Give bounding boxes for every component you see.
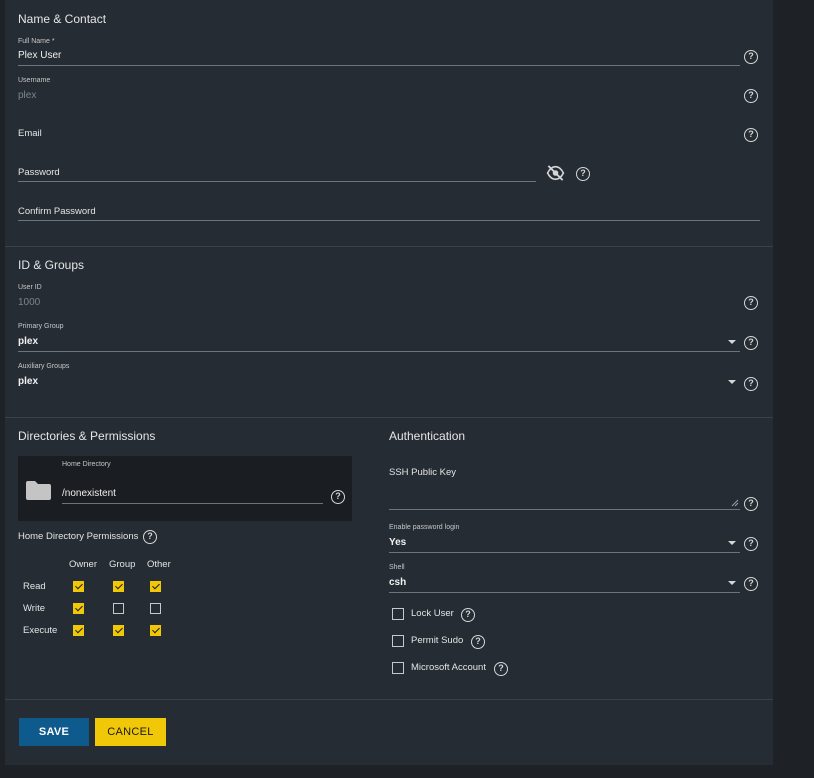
section-heading-authentication: Authentication — [389, 429, 466, 443]
perm-read-owner-checkbox[interactable] — [73, 581, 84, 592]
confirm-password-input[interactable]: Confirm Password — [18, 206, 760, 220]
full-name-underline — [18, 65, 740, 66]
eye-off-icon[interactable] — [546, 165, 565, 181]
perm-col-owner: Owner — [69, 559, 97, 570]
home-directory-help-icon[interactable]: ? — [331, 490, 345, 504]
password-underline — [18, 181, 536, 182]
section-heading-directories: Directories & Permissions — [18, 429, 156, 443]
perm-execute-other-checkbox[interactable] — [150, 625, 161, 636]
home-directory-input[interactable]: /nonexistent — [62, 488, 323, 502]
aux-groups-help-icon[interactable]: ? — [744, 377, 758, 391]
ssh-key-textarea[interactable] — [389, 482, 740, 509]
password-login-select[interactable]: Yes — [389, 537, 740, 552]
ssh-key-underline — [389, 509, 740, 510]
user-id-help-icon[interactable]: ? — [744, 296, 758, 310]
username-label: Username — [18, 77, 51, 84]
user-id-label: User ID — [18, 284, 42, 291]
home-permissions-help-icon[interactable]: ? — [143, 530, 157, 544]
section-divider — [5, 246, 773, 247]
perm-row-read: Read — [23, 581, 46, 592]
permit-sudo-label[interactable]: Permit Sudo — [411, 635, 463, 646]
aux-groups-caret-down-icon[interactable] — [728, 380, 736, 384]
shell-caret-down-icon[interactable] — [728, 581, 736, 585]
full-name-help-icon[interactable]: ? — [744, 50, 758, 64]
home-directory-box: Home Directory /nonexistent ? — [18, 456, 352, 521]
folder-icon[interactable] — [25, 480, 52, 501]
permit-sudo-help-icon[interactable]: ? — [471, 635, 485, 649]
primary-group-underline — [18, 351, 740, 352]
primary-group-select[interactable]: plex — [18, 336, 740, 351]
shell-help-icon[interactable]: ? — [744, 577, 758, 591]
section-divider — [5, 699, 773, 700]
perm-read-group-checkbox[interactable] — [113, 581, 124, 592]
username-input: plex — [18, 90, 37, 101]
primary-group-label: Primary Group — [18, 323, 64, 330]
perm-write-other-checkbox[interactable] — [150, 603, 161, 614]
ssh-key-label: SSH Public Key — [389, 467, 457, 478]
perm-execute-owner-checkbox[interactable] — [73, 625, 84, 636]
perm-col-group: Group — [109, 559, 136, 570]
shell-select[interactable]: csh — [389, 577, 740, 592]
home-directory-label: Home Directory — [62, 461, 111, 468]
password-login-caret-down-icon[interactable] — [728, 541, 736, 545]
shell-label: Shell — [389, 564, 405, 571]
perm-write-group-checkbox[interactable] — [113, 603, 124, 614]
cancel-button[interactable]: CANCEL — [95, 718, 166, 746]
email-help-icon[interactable]: ? — [744, 128, 758, 142]
primary-group-help-icon[interactable]: ? — [744, 336, 758, 350]
perm-write-owner-checkbox[interactable] — [73, 603, 84, 614]
password-login-underline — [389, 552, 740, 553]
username-help-icon[interactable]: ? — [744, 89, 758, 103]
perm-row-execute: Execute — [23, 625, 58, 636]
lock-user-help-icon[interactable]: ? — [461, 608, 475, 622]
microsoft-account-checkbox[interactable] — [392, 662, 404, 674]
email-input[interactable]: Email — [18, 128, 740, 142]
microsoft-account-help-icon[interactable]: ? — [494, 662, 508, 676]
full-name-input[interactable]: Plex User — [18, 50, 740, 65]
full-name-label: Full Name * — [18, 38, 55, 45]
perm-col-other: Other — [147, 559, 171, 570]
perm-execute-group-checkbox[interactable] — [113, 625, 124, 636]
password-input[interactable]: Password — [18, 167, 536, 181]
resize-handle-icon[interactable] — [731, 499, 739, 507]
ssh-key-help-icon[interactable]: ? — [744, 497, 758, 511]
aux-groups-label: Auxiliary Groups — [18, 363, 70, 370]
password-login-help-icon[interactable]: ? — [744, 537, 758, 551]
aux-groups-select[interactable]: plex — [18, 376, 740, 391]
user-form-panel: Name & Contact Full Name * Plex User ? U… — [5, 0, 773, 765]
microsoft-account-label[interactable]: Microsoft Account — [411, 662, 486, 673]
password-help-icon[interactable]: ? — [576, 167, 590, 181]
save-button[interactable]: SAVE — [19, 718, 89, 746]
permit-sudo-checkbox[interactable] — [392, 635, 404, 647]
lock-user-checkbox[interactable] — [392, 608, 404, 620]
section-heading-name-contact: Name & Contact — [18, 12, 107, 26]
perm-row-write: Write — [23, 603, 45, 614]
primary-group-caret-down-icon[interactable] — [728, 340, 736, 344]
password-login-label: Enable password login — [389, 524, 460, 531]
user-id-input: 1000 — [18, 297, 41, 308]
confirm-password-underline — [18, 220, 760, 221]
shell-underline — [389, 592, 740, 593]
home-permissions-label: Home Directory Permissions — [18, 531, 139, 542]
section-divider — [5, 417, 773, 418]
perm-read-other-checkbox[interactable] — [150, 581, 161, 592]
section-heading-id-groups: ID & Groups — [18, 258, 85, 272]
home-directory-underline — [62, 503, 323, 504]
lock-user-label[interactable]: Lock User — [411, 608, 454, 619]
